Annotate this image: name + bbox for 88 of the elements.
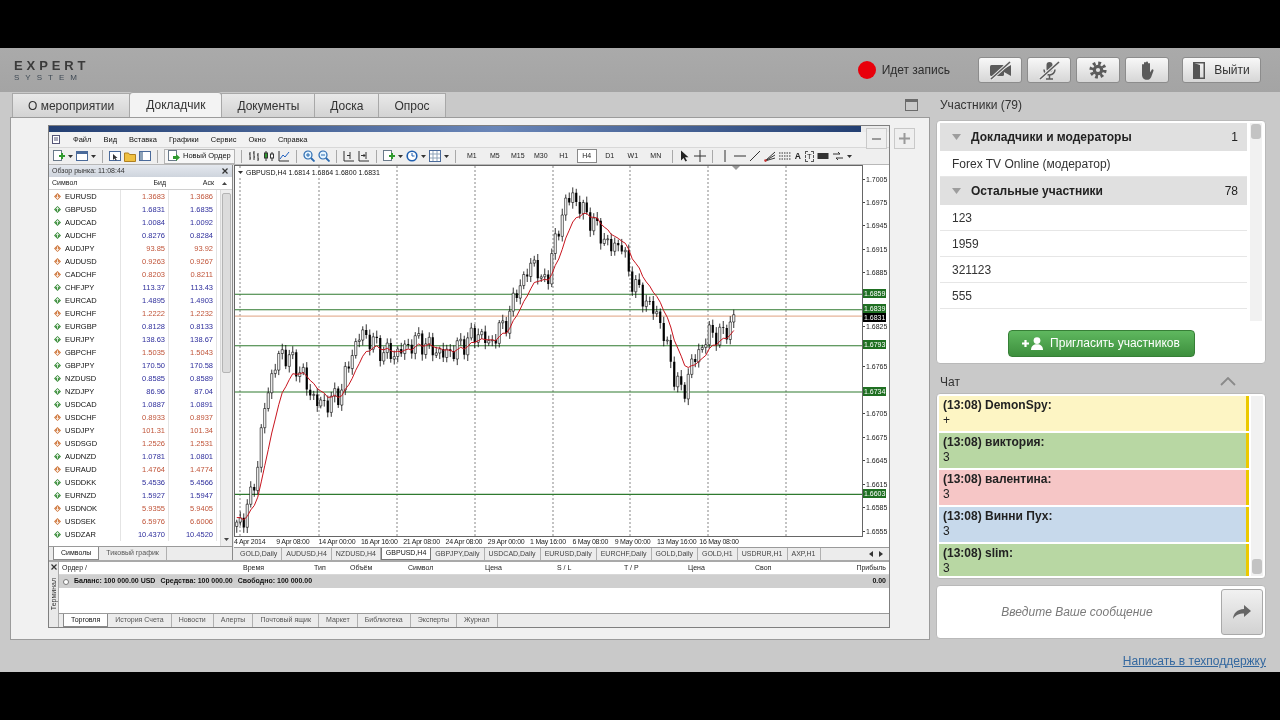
window-icon[interactable] [905,99,918,111]
message-author: (13:08) slim: [943,546,1015,561]
participant-item[interactable]: Forex TV Online (модератор) [940,150,1247,177]
document-plus-icon[interactable] [382,150,395,162]
tab[interactable]: О мероприятии [12,93,131,117]
settings-icon [1089,61,1107,79]
arrows-icon[interactable] [831,150,844,162]
diagonal-line-icon[interactable] [748,150,761,162]
scrollbar[interactable] [220,190,232,546]
participant-item[interactable]: 555 [940,282,1247,309]
group-name: Остальные участники [971,182,1104,200]
logo-subtitle: SYSTEM [14,72,84,82]
logo-text: EXPERT [14,58,90,72]
zoom-out-icon[interactable] [317,150,330,162]
message-text: 3 [943,487,951,502]
group-name: Докладчики и модераторы [971,128,1133,146]
zoom-in-icon[interactable] [302,150,315,162]
participant-item[interactable]: 1959 [940,230,1247,257]
axis-marker-icon[interactable] [342,150,355,162]
window-cursor-icon[interactable] [109,150,121,162]
triangle-left-icon[interactable] [869,551,873,557]
tab[interactable]: Доска [314,93,380,117]
group-header[interactable]: Докладчики и модераторы 1 [940,122,1247,151]
camera-button[interactable] [978,57,1022,83]
panel-window-icon[interactable] [139,150,151,162]
minus-icon [872,137,881,140]
document-icon[interactable] [52,135,61,144]
message-text: 3 [943,450,951,465]
panel-title: Участники (79) [939,97,1023,114]
filled-rectangle-icon[interactable] [816,150,829,162]
caret-icon[interactable] [91,154,96,158]
group-count: 78 [1224,182,1238,200]
curved-arrow-icon [1232,604,1252,620]
close-icon[interactable] [50,564,57,570]
caret-icon[interactable] [68,154,73,158]
circle-icon [63,578,69,585]
triangle-down-icon[interactable] [238,171,243,174]
message-text: + [943,413,951,428]
exit-button[interactable]: Выйти [1182,57,1261,83]
clock-icon[interactable] [405,150,418,162]
fan-lines-icon[interactable] [763,150,776,162]
triangle-right-icon[interactable] [879,551,883,557]
document-plus-icon[interactable] [53,150,65,162]
candles-icon[interactable] [262,150,275,162]
message-text: 3 [943,524,951,539]
plus-icon [899,133,910,144]
panel-title: Чат [940,373,960,391]
send-button[interactable] [1221,589,1263,635]
bars-icon[interactable] [247,150,260,162]
caret-icon[interactable] [397,154,403,158]
group-count: 1 [1231,128,1238,146]
message-author: (13:08) валентина: [943,472,1053,487]
message-author: (13:08) DemonSpy: [943,398,1053,413]
axis-arrow-icon[interactable] [357,150,370,162]
add-person-icon [1022,336,1045,350]
settings-button[interactable] [1076,57,1120,83]
door-icon [1193,61,1206,79]
scrollbar-thumb[interactable] [222,193,231,373]
scrollbar-thumb[interactable] [1252,559,1262,574]
participant-item[interactable]: 123 [940,204,1247,231]
raise-hand-button[interactable] [1125,57,1169,83]
support-link[interactable]: Написать в техподдержку [1122,654,1266,668]
caret-icon[interactable] [420,154,426,158]
crosshair-icon[interactable] [693,150,706,162]
caret-icon[interactable] [443,154,449,158]
message-author: (13:08) Винни Пух: [943,509,1054,524]
caret-icon[interactable] [846,154,852,158]
close-icon[interactable] [222,168,228,174]
grid-window-icon[interactable] [428,150,441,162]
cursor-icon[interactable] [678,150,691,162]
window-icon[interactable] [76,150,88,162]
text-tool[interactable]: A [793,151,802,161]
message-author: (13:08) виктория: [943,435,1046,450]
scrollbar[interactable] [1251,396,1263,576]
recording-label: Идет запись [881,62,950,79]
line-chart-icon[interactable] [277,150,290,162]
microphone-button[interactable] [1027,57,1071,83]
message-text: 3 [943,561,951,576]
tab[interactable]: Докладчик [129,92,223,117]
participant-item[interactable]: 321123 [940,256,1247,283]
triangle-down-icon[interactable] [224,538,229,541]
tab[interactable]: Опрос [378,93,446,117]
triangle-up-icon[interactable] [222,181,227,185]
tab[interactable]: Документы [221,93,316,117]
scrollbar[interactable] [1250,122,1262,321]
group-header[interactable]: Остальные участники 78 [940,176,1247,205]
scrollbar-thumb[interactable] [1251,123,1261,139]
hand-icon [1139,60,1155,80]
